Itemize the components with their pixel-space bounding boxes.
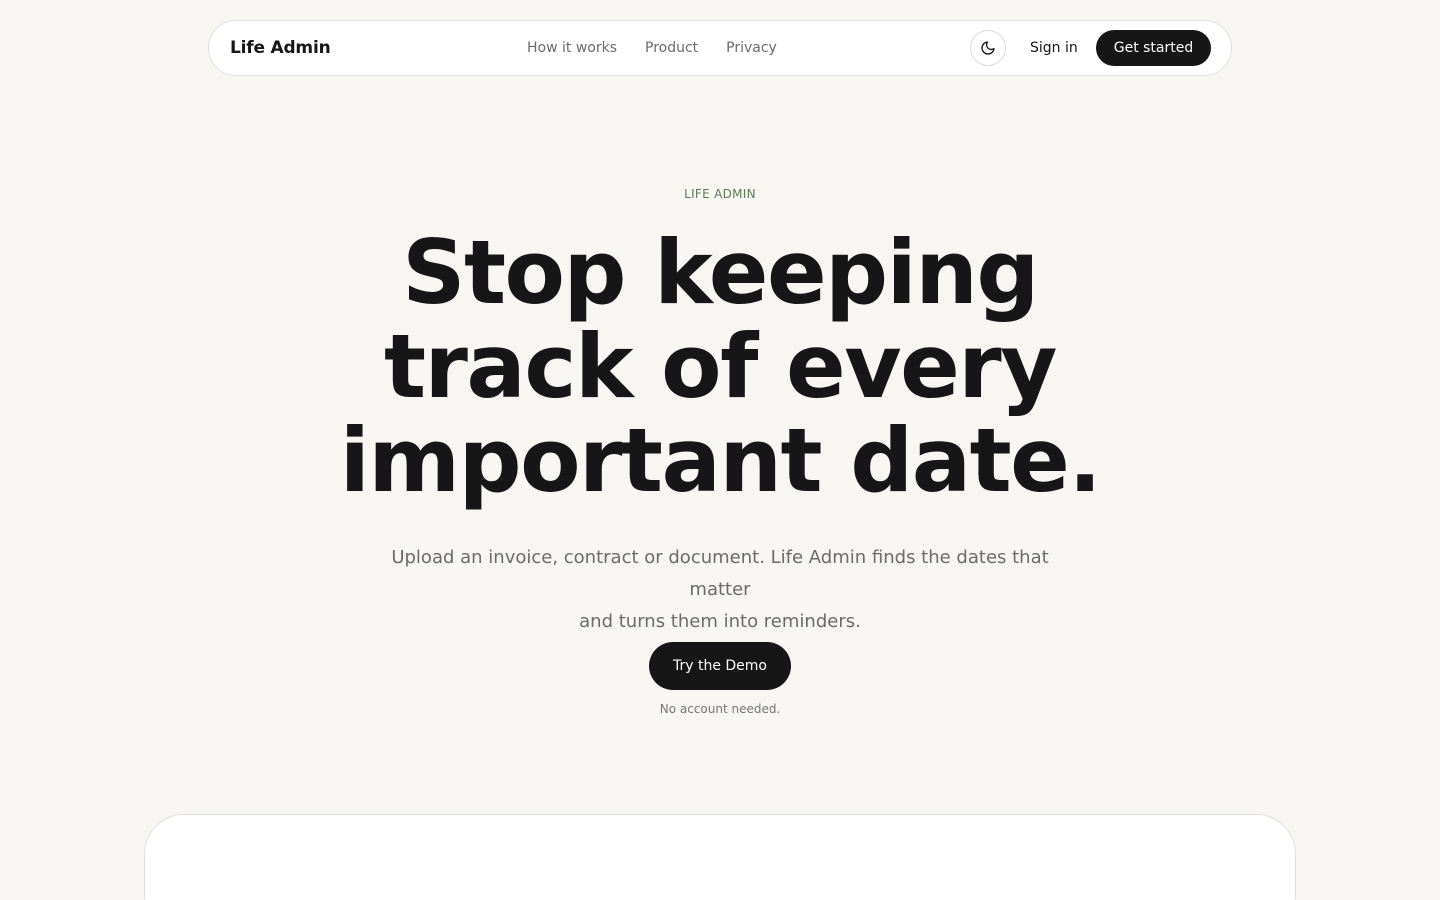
headline-line-2: track of every xyxy=(383,315,1058,418)
landing-page: Life Admin How it works Product Privacy … xyxy=(0,0,1440,900)
cta-note: No account needed. xyxy=(659,702,781,716)
hero-headline: Stop keeping track of every important da… xyxy=(220,226,1220,508)
headline-line-1: Stop keeping xyxy=(402,221,1039,324)
subtitle-line-1: Upload an invoice, contract or document.… xyxy=(391,547,1049,600)
brand-logo[interactable]: Life Admin xyxy=(230,21,331,75)
nav-links: How it works Product Privacy xyxy=(527,21,777,75)
sign-in-link[interactable]: Sign in xyxy=(1030,21,1078,75)
theme-toggle-button[interactable] xyxy=(970,30,1006,66)
nav-link-how-it-works[interactable]: How it works xyxy=(527,40,617,56)
hero-subtitle: Upload an invoice, contract or document.… xyxy=(370,542,1070,638)
top-navbar: Life Admin How it works Product Privacy … xyxy=(208,20,1232,76)
headline-line-3: important date. xyxy=(339,409,1102,512)
hero-eyebrow: LIFE ADMIN xyxy=(684,187,756,201)
get-started-button[interactable]: Get started xyxy=(1096,30,1211,66)
nav-link-product[interactable]: Product xyxy=(645,40,698,56)
nav-link-privacy[interactable]: Privacy xyxy=(726,40,777,56)
moon-icon xyxy=(981,41,995,55)
preview-card xyxy=(144,814,1296,900)
try-demo-button[interactable]: Try the Demo xyxy=(649,642,791,690)
subtitle-line-2: and turns them into reminders. xyxy=(579,611,861,632)
